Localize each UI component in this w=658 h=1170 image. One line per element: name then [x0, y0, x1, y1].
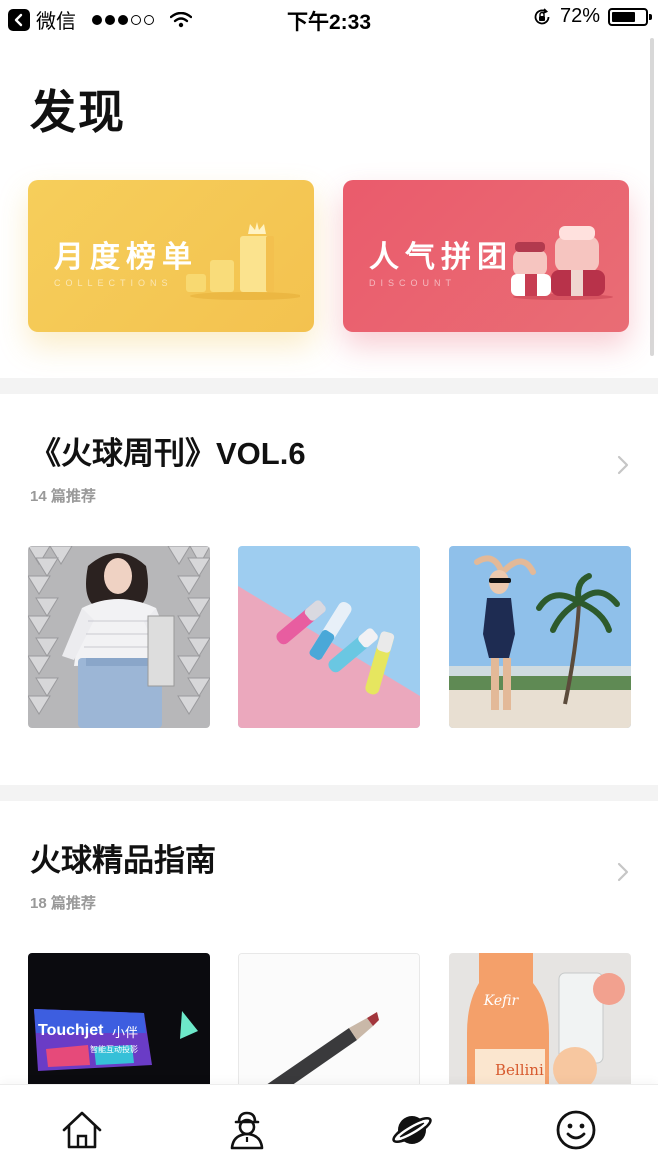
banner-subtitle: DISCOUNT — [369, 278, 456, 288]
scroll-indicator[interactable] — [650, 38, 654, 356]
lip-pencil-photo — [239, 954, 419, 1084]
article-thumbnail[interactable]: Touchjet 小伴 智能互动投影 — [28, 953, 210, 1085]
battery-icon — [608, 7, 652, 26]
touchjet-sub: 智能互动投影 — [90, 1044, 138, 1054]
page-title: 发现 — [30, 86, 126, 138]
fashion-photo — [28, 546, 210, 728]
beach-photo — [449, 546, 631, 728]
section-divider — [0, 785, 658, 801]
battery-percent: 72% — [559, 5, 600, 27]
status-bar: 微信 下午2:33 72% — [0, 0, 658, 36]
tab-bar — [0, 1084, 658, 1170]
banner-group-buy[interactable]: 人气拼团 DISCOUNT — [343, 180, 629, 332]
section-divider — [0, 378, 658, 394]
home-icon — [62, 1111, 102, 1149]
banner-title: 人气拼团 — [369, 241, 513, 274]
banner-title: 月度榜单 — [54, 241, 198, 274]
planet-icon — [392, 1116, 432, 1144]
section-count: 14 篇推荐 — [30, 488, 96, 505]
chevron-right-icon[interactable] — [616, 454, 630, 476]
projector-photo: Touchjet 小伴 智能互动投影 — [28, 953, 210, 1085]
article-thumbnail[interactable] — [449, 546, 631, 728]
section-count: 18 篇推荐 — [30, 895, 96, 912]
person-icon — [230, 1111, 264, 1150]
touchjet-logo: Touchjet — [38, 1022, 104, 1039]
banner-subtitle: COLLECTIONS — [54, 278, 173, 288]
article-thumbnail[interactable] — [238, 546, 420, 728]
tab-profile[interactable] — [224, 1107, 270, 1153]
article-thumbnail[interactable] — [28, 546, 210, 728]
lipbalm-photo — [238, 546, 420, 728]
article-thumbnail[interactable] — [238, 953, 420, 1085]
bellini-photo: Kefir Bellini — [449, 953, 631, 1085]
smiley-icon — [556, 1110, 596, 1150]
section-title[interactable]: 《火球周刊》VOL.6 — [30, 428, 306, 473]
touchjet-cn: 小伴 — [112, 1026, 138, 1041]
tab-discover[interactable] — [389, 1107, 435, 1153]
podium-icon — [186, 222, 300, 300]
chevron-right-icon[interactable] — [616, 861, 630, 883]
group-people-icon — [511, 226, 613, 300]
banner-monthly-chart[interactable]: 月度榜单 COLLECTIONS — [28, 180, 314, 332]
status-right: 72% — [532, 5, 652, 28]
bottle-label: Bellini — [495, 1061, 544, 1079]
article-thumbnail[interactable]: Kefir Bellini — [449, 953, 631, 1085]
section-title[interactable]: 火球精品指南 — [30, 835, 216, 880]
rotation-lock-icon — [534, 7, 550, 24]
tab-home[interactable] — [59, 1107, 105, 1153]
tab-mine[interactable] — [553, 1107, 599, 1153]
bottle-brand: Kefir — [483, 993, 520, 1009]
